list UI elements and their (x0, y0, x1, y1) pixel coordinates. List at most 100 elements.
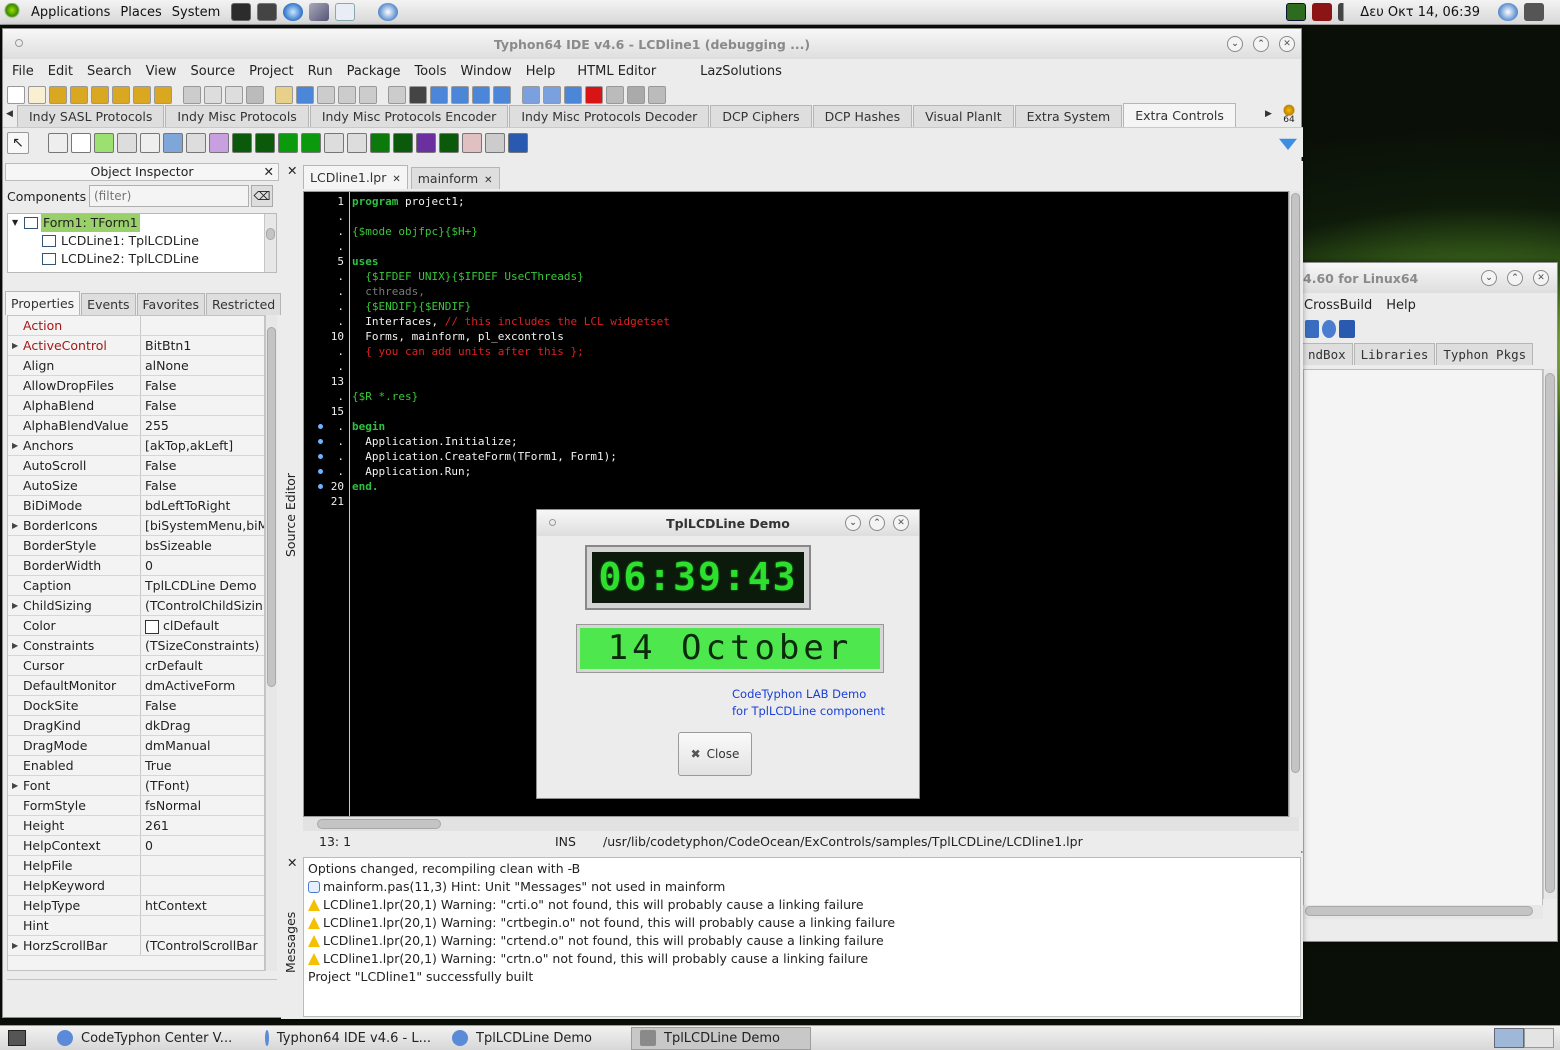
property-value[interactable]: crDefault (141, 656, 264, 675)
typhon-launcher-icon[interactable] (378, 3, 399, 21)
power-icon[interactable] (1286, 3, 1307, 21)
lcd-icon[interactable] (278, 132, 298, 153)
property-value[interactable]: bdLeftToRight (141, 496, 264, 515)
menu-help[interactable]: Help (1381, 298, 1421, 313)
menu-package[interactable]: Package (342, 64, 406, 79)
display-tray-icon[interactable] (1524, 3, 1544, 21)
applications-menu[interactable]: Applications (26, 5, 115, 20)
property-row[interactable]: Color clDefault (8, 616, 264, 636)
breakpoint-marker-icon[interactable] (318, 439, 323, 444)
messages-list[interactable]: Options changed, recompiling clean with … (303, 857, 1301, 1017)
breakpoint-marker-icon[interactable] (318, 484, 323, 489)
typhon-tray-icon[interactable] (1498, 3, 1518, 21)
expand-arrow-icon[interactable]: ▶ (12, 336, 18, 355)
property-value[interactable]: (TSizeConstraints) (141, 636, 264, 655)
property-value[interactable]: clDefault (141, 616, 264, 635)
property-value[interactable]: 255 (141, 416, 264, 435)
view-toggle-icon[interactable] (338, 86, 356, 104)
run-dropdown-icon[interactable] (430, 86, 448, 104)
down-arrow-icon[interactable] (1305, 320, 1319, 338)
maximize-button[interactable]: ⌃ (869, 515, 885, 531)
terminal-launcher-icon[interactable] (231, 3, 252, 21)
menu-lazsolutions[interactable]: LazSolutions (695, 64, 787, 79)
source-editor-close-icon[interactable]: ✕ (287, 163, 297, 178)
monitor-launcher-icon[interactable] (257, 3, 278, 21)
expand-arrow-icon[interactable]: ▶ (12, 776, 18, 795)
tab-close-icon[interactable]: ✕ (484, 175, 492, 186)
maximize-button[interactable]: ⌃ (1507, 270, 1523, 286)
property-row[interactable]: BorderWidth 0 (8, 556, 264, 576)
breakpoint-marker-icon[interactable] (318, 469, 323, 474)
refresh-icon[interactable] (1322, 320, 1336, 338)
evaluate-icon[interactable] (648, 86, 666, 104)
tree-vscroll[interactable] (264, 214, 276, 272)
save-package-icon[interactable] (204, 86, 222, 104)
property-value[interactable]: 0 (141, 556, 264, 575)
property-grid-vscroll[interactable] (265, 315, 277, 971)
property-row[interactable]: ▶ ActiveControl BitBtn1 (8, 336, 264, 356)
open-package-icon[interactable] (183, 86, 201, 104)
view-units-icon[interactable] (296, 86, 314, 104)
led-icon[interactable] (370, 132, 390, 153)
property-row[interactable]: AlphaBlendValue 255 (8, 416, 264, 436)
menu-run[interactable]: Run (303, 64, 338, 79)
disc-icon[interactable] (416, 132, 436, 153)
property-row[interactable]: BorderStyle bsSizeable (8, 536, 264, 556)
menu-source[interactable]: Source (185, 64, 240, 79)
grid-icon[interactable] (186, 132, 206, 153)
property-row[interactable]: ▶ BorderIcons [biSystemMenu,biM (8, 516, 264, 536)
menu-crossbuild[interactable]: CrossBuild (1299, 298, 1377, 313)
taskbar-item[interactable]: CodeTyphon Center V... (48, 1027, 253, 1050)
run-to-cursor-icon[interactable] (627, 86, 645, 104)
stop-icon[interactable] (585, 86, 603, 104)
property-value[interactable]: False (141, 476, 264, 495)
property-row[interactable]: DragKind dkDrag (8, 716, 264, 736)
property-value[interactable]: False (141, 376, 264, 395)
image-icon[interactable] (163, 132, 183, 153)
property-row[interactable]: Action (8, 316, 264, 336)
property-row[interactable]: ▶ HorzScrollBar (TControlScrollBar (8, 936, 264, 956)
tools-launcher-icon[interactable] (309, 3, 330, 21)
message-item[interactable]: LCDline1.lpr(20,1) Warning: "crtn.o" not… (308, 950, 1300, 968)
message-item[interactable]: Project "LCDline1" successfully built (308, 968, 1300, 986)
tree-node-form1[interactable]: ▼ Form1: TForm1 (8, 214, 276, 232)
property-row[interactable]: Height 261 (8, 816, 264, 836)
editor-hscroll[interactable] (303, 817, 1299, 831)
workspace-1[interactable] (1494, 1028, 1524, 1048)
watch-icon[interactable] (493, 86, 511, 104)
chart-icon[interactable] (1339, 320, 1355, 338)
property-row[interactable]: Caption TplLCDLine Demo (8, 576, 264, 596)
palette-tab-indy-misc-protocols-encoder[interactable]: Indy Misc Protocols Encoder (309, 105, 509, 127)
palette-tab-indy-sasl-protocols[interactable]: Indy SASL Protocols (17, 105, 165, 127)
property-value[interactable]: 261 (141, 816, 264, 835)
taskbar-item[interactable]: Typhon64 IDE v4.6 - L... (256, 1027, 440, 1050)
property-value[interactable]: htContext (141, 896, 264, 915)
oi-tab-favorites[interactable]: Favorites (136, 293, 205, 315)
minimize-button[interactable]: ⌄ (1227, 36, 1243, 52)
property-value[interactable]: dkDrag (141, 716, 264, 735)
new-unit-icon[interactable] (275, 86, 293, 104)
menu-view[interactable]: View (141, 64, 182, 79)
clock-icon[interactable] (71, 132, 91, 153)
message-item[interactable]: LCDline1.lpr(20,1) Warning: "crti.o" not… (308, 896, 1300, 914)
window-menu-dot[interactable] (549, 519, 556, 526)
property-value[interactable]: dmActiveForm (141, 676, 264, 695)
component-filter-input[interactable] (89, 185, 249, 207)
property-value[interactable]: (TControlChildSizin (141, 596, 264, 615)
expand-arrow-icon[interactable]: ▶ (12, 436, 18, 455)
show-desktop-icon[interactable] (8, 1030, 26, 1046)
close-file-icon[interactable] (133, 86, 151, 104)
new-file-icon[interactable] (7, 86, 25, 104)
property-value[interactable]: (TControlScrollBar (141, 936, 264, 955)
scope-icon[interactable] (393, 132, 413, 153)
open-recent-icon[interactable] (70, 86, 88, 104)
close-button[interactable]: ✕ (1533, 270, 1549, 286)
property-row[interactable]: Enabled True (8, 756, 264, 776)
workspace-2[interactable] (1524, 1028, 1554, 1048)
editor-tab[interactable]: LCDline1.lpr ✕ (303, 165, 408, 189)
gradient-icon[interactable] (209, 132, 229, 153)
menu-project[interactable]: Project (244, 64, 298, 79)
minimize-button[interactable]: ⌄ (845, 515, 861, 531)
tab-typhon-pkgs[interactable]: Typhon Pkgs (1436, 343, 1534, 365)
step-out-icon[interactable] (606, 86, 624, 104)
